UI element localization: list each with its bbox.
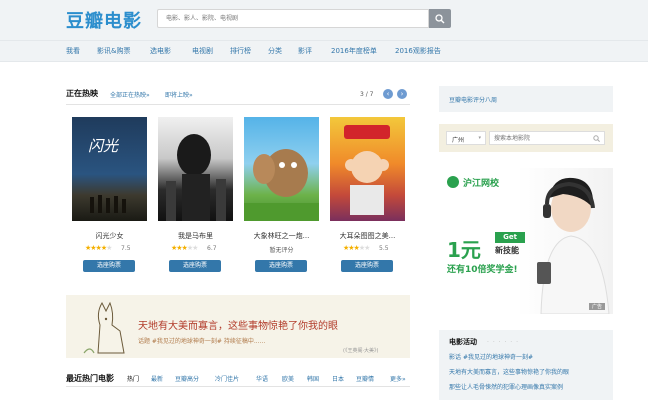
hot-movies-title: 最近热门电影 — [66, 374, 114, 383]
movie-poster[interactable] — [158, 117, 233, 221]
banner-headline: 天地有大美而寡言，这些事物惊艳了你我的眼 — [138, 321, 338, 332]
rating-value: 5.5 — [379, 245, 389, 252]
tab-korean[interactable]: 韩国 — [307, 374, 319, 383]
topic-banner[interactable]: 天地有大美而寡言，这些事物惊艳了你我的眼 话题 #我见过的地球神奇一刻# 持续征… — [66, 295, 410, 358]
activity-link[interactable]: 那些让人毛骨悚然的犯罪心理画像真实案例 — [449, 382, 563, 391]
dots-divider: · · · · · · — [487, 339, 519, 346]
rating-value: 7.5 — [121, 245, 131, 252]
upcoming-link[interactable]: 即将上映» — [165, 90, 193, 99]
hujiang-logo-icon — [447, 176, 459, 188]
tab-western[interactable]: 欧美 — [282, 374, 294, 383]
nav-item[interactable]: 选电影 — [150, 46, 171, 56]
ad-tag: 广告 — [589, 303, 606, 310]
star-rating: ★★★★★ — [171, 244, 198, 252]
poster-art — [244, 149, 319, 221]
search-input[interactable] — [158, 10, 428, 27]
top-bar: 豆瓣电影 — [0, 0, 648, 40]
buy-ticket-button[interactable]: 选座购票 — [341, 260, 393, 272]
search-button[interactable] — [429, 9, 451, 28]
nav-item[interactable]: 我看 — [66, 46, 80, 56]
activity-panel: 电影活动 · · · · · · 影话 #我见过的地球神奇一刻# 天地有大美而寡… — [439, 330, 613, 400]
cinema-search-input[interactable] — [490, 132, 604, 144]
nav-item[interactable]: 2016观影报告 — [395, 46, 441, 56]
site-logo[interactable]: 豆瓣电影 — [66, 7, 142, 33]
activity-tag: #我见过的地球神奇一刻# — [462, 354, 533, 361]
star-rating: ★★★★★ — [343, 244, 370, 252]
app-promo-text[interactable]: 豆瓣电影评分八周 — [449, 95, 497, 104]
app-promo-panel[interactable]: 豆瓣电影评分八周 — [439, 86, 613, 112]
tab-douban-drama[interactable]: 豆瓣情 — [356, 374, 374, 383]
tab-chinese[interactable]: 华语 — [256, 374, 268, 383]
city-value: 广州 — [452, 137, 465, 144]
ad-photo — [537, 177, 610, 314]
tab-hidden-gems[interactable]: 冷门佳片 — [215, 374, 239, 383]
activity-label: 影话 — [449, 354, 462, 361]
carousel-prev-button[interactable]: ‹ — [383, 89, 393, 99]
more-link[interactable]: 更多» — [390, 374, 406, 383]
movie-poster[interactable] — [244, 117, 319, 221]
nav-item[interactable]: 电视剧 — [192, 46, 213, 56]
movie-title[interactable]: 我是马布里 — [158, 231, 233, 241]
llama-illustration — [83, 301, 125, 354]
movie-title[interactable]: 大耳朵图图之美... — [330, 231, 405, 241]
divider — [66, 386, 410, 387]
activity-link[interactable]: 天地有大美而寡言，这些事物惊艳了你我的眼 — [449, 367, 569, 376]
carousel-next-button[interactable]: › — [397, 89, 407, 99]
carousel-pager: 3 / 7 — [360, 91, 374, 98]
movie-poster[interactable] — [330, 117, 405, 221]
ad-skill-text: 新技能 — [495, 246, 519, 255]
cinema-search-box[interactable] — [489, 131, 605, 145]
now-playing-title: 正在热映 — [66, 89, 98, 98]
nav-item[interactable]: 分类 — [268, 46, 282, 56]
buy-ticket-button[interactable]: 选座购票 — [83, 260, 135, 272]
movie-title[interactable]: 大象林旺之一炮... — [244, 231, 319, 241]
nav-item[interactable]: 影评 — [298, 46, 312, 56]
all-now-playing-link[interactable]: 全部正在热映» — [110, 90, 150, 99]
movie-poster[interactable]: 闪光 — [72, 117, 147, 221]
chevron-down-icon: ▾ — [478, 135, 481, 141]
cinema-search-panel: 广州 ▾ — [439, 124, 613, 152]
activity-tag-line[interactable]: 影话 #我见过的地球神奇一刻# — [449, 352, 533, 361]
search-icon — [593, 135, 600, 142]
tab-top-rated[interactable]: 豆瓣高分 — [175, 374, 199, 383]
tab-japanese[interactable]: 日本 — [332, 374, 344, 383]
divider — [66, 104, 410, 105]
buy-ticket-button[interactable]: 选座购票 — [255, 260, 307, 272]
search-box[interactable] — [157, 9, 429, 28]
ad-offer-text: 还有10倍奖学金! — [447, 265, 518, 275]
search-icon — [435, 14, 445, 24]
nav-item[interactable]: 排行榜 — [230, 46, 251, 56]
star-rating: ★★★★★ — [85, 244, 112, 252]
banner-credit: (《王英阁·大美》) — [343, 348, 379, 354]
no-rating-text: 暂无评分 — [269, 247, 294, 254]
svg-text:闪光: 闪光 — [88, 137, 119, 155]
ad-brand: 沪江网校 — [463, 179, 500, 189]
poster-art — [166, 134, 226, 221]
ad-big-text: 1元 — [447, 238, 481, 262]
rating-value: 6.7 — [207, 245, 217, 252]
poster-art — [344, 125, 390, 215]
hujiang-ad[interactable]: 沪江网校 1元 Get 新技能 还有10倍奖学金! 广告 — [439, 168, 613, 314]
tab-hot[interactable]: 热门 — [127, 374, 139, 383]
city-select[interactable]: 广州 ▾ — [446, 131, 486, 145]
nav-item[interactable]: 2016年度榜单 — [331, 46, 377, 56]
ad-get-badge: Get — [495, 232, 525, 243]
activity-title: 电影活动 — [449, 338, 477, 346]
banner-subtitle: 话题 #我见过的地球神奇一刻# 持续征稿中...... — [138, 338, 266, 345]
main-nav: 我看 影讯&购票 选电影 电视剧 排行榜 分类 影评 2016年度榜单 2016… — [0, 40, 648, 62]
buy-ticket-button[interactable]: 选座购票 — [169, 260, 221, 272]
poster-art: 闪光 — [88, 137, 126, 213]
nav-item[interactable]: 影讯&购票 — [97, 46, 130, 56]
tab-latest[interactable]: 最新 — [151, 374, 163, 383]
movie-title[interactable]: 闪光少女 — [72, 231, 147, 241]
